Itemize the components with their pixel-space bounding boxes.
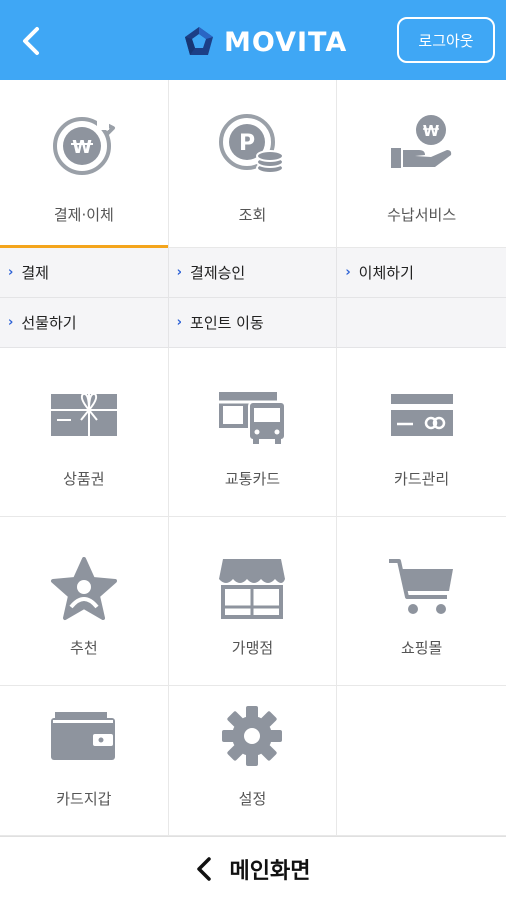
main-screen-button[interactable]: 메인화면 — [0, 836, 506, 900]
credit-card-icon — [390, 394, 453, 436]
menu-card-wallet[interactable]: 카드지갑 — [0, 686, 169, 836]
main-screen-label: 메인화면 — [229, 858, 311, 884]
menu-settings[interactable]: 설정 — [168, 686, 338, 836]
menu-label: 수납서비스 — [387, 206, 457, 224]
menu-merchant[interactable]: 가맹점 — [168, 517, 338, 686]
submenu-item-payment-approval[interactable]: › 결제승인 — [169, 248, 338, 297]
chevron-right-icon: › — [176, 265, 183, 280]
menu-label: 쇼핑몰 — [400, 639, 443, 657]
chevron-right-icon: › — [345, 265, 351, 280]
submenu-item-point-move[interactable]: › 포인트 이동 — [169, 298, 338, 347]
menu-grid-row: 추천 가맹점 쇼핑몰 — [0, 517, 506, 686]
chevron-right-icon: › — [8, 315, 14, 330]
submenu-item-gift[interactable]: › 선물하기 — [0, 298, 169, 347]
submenu-label: 선물하기 — [21, 314, 77, 332]
menu-label: 카드지갑 — [56, 790, 112, 808]
chevron-left-icon — [23, 27, 39, 55]
top-menu: W 결제·이체 P 조회 W 수납서비스 — [0, 80, 506, 248]
menu-shopping-mall[interactable]: 쇼핑몰 — [337, 517, 506, 686]
point-coins-icon: P — [219, 114, 285, 174]
store-icon — [219, 559, 286, 619]
menu-gift-voucher[interactable]: 상품권 — [0, 348, 169, 517]
menu-label: 결제·이체 — [53, 206, 114, 224]
submenu-item-transfer[interactable]: › 이체하기 — [337, 248, 506, 297]
app-header: MOVITA 로그아웃 — [0, 0, 506, 80]
menu-label: 카드관리 — [394, 470, 450, 488]
menu-card-management[interactable]: 카드관리 — [337, 348, 506, 517]
menu-label: 조회 — [238, 206, 267, 224]
won-refresh-icon: W — [52, 117, 115, 175]
movita-logo: MOVITA — [182, 24, 347, 60]
submenu-label: 포인트 이동 — [190, 314, 264, 332]
menu-label: 상품권 — [63, 470, 105, 488]
submenu-label: 이체하기 — [358, 264, 414, 282]
submenu-label: 결제승인 — [190, 264, 246, 282]
submenu: › 결제 › 결제승인 › 이체하기 › 선물하기 › 포인트 이동 — [0, 248, 506, 348]
menu-label: 추천 — [70, 639, 98, 657]
logout-button[interactable]: 로그아웃 — [397, 17, 495, 63]
movita-logo-icon — [185, 27, 213, 55]
menu-label: 교통카드 — [224, 470, 281, 488]
back-button[interactable] — [14, 24, 48, 58]
svg-text:W: W — [422, 122, 439, 140]
svg-text:P: P — [239, 131, 255, 156]
submenu-item-payment[interactable]: › 결제 — [0, 248, 169, 297]
menu-empty-slot — [337, 686, 506, 836]
chevron-right-icon: › — [8, 265, 14, 280]
star-person-icon — [50, 557, 117, 620]
menu-transit-card[interactable]: 교통카드 — [168, 348, 338, 517]
svg-text:W: W — [72, 137, 92, 158]
submenu-row: › 선물하기 › 포인트 이동 — [0, 298, 506, 348]
shopping-cart-icon — [388, 559, 453, 614]
menu-label: 가맹점 — [231, 639, 274, 657]
chevron-right-icon: › — [176, 315, 183, 330]
submenu-label: 결제 — [21, 264, 49, 282]
chevron-left-icon — [196, 856, 211, 881]
gift-voucher-icon — [50, 392, 117, 436]
wallet-icon — [50, 712, 115, 760]
menu-payment-transfer[interactable]: W 결제·이체 — [0, 80, 169, 248]
menu-grid-row: 카드지갑 설정 — [0, 686, 506, 836]
menu-inquiry[interactable]: P 조회 — [168, 80, 338, 248]
menu-label: 설정 — [238, 790, 267, 808]
gear-icon — [222, 706, 283, 766]
submenu-row: › 결제 › 결제승인 › 이체하기 — [0, 248, 506, 298]
bus-card-icon — [219, 392, 287, 444]
menu-collection-service[interactable]: W 수납서비스 — [337, 80, 506, 248]
menu-recommend[interactable]: 추천 — [0, 517, 169, 686]
brand-name: MOVITA — [224, 26, 348, 58]
menu-grid-row: 상품권 교통카드 카드관리 — [0, 348, 506, 517]
hand-won-icon: W — [390, 115, 451, 168]
submenu-empty-slot — [337, 298, 506, 347]
